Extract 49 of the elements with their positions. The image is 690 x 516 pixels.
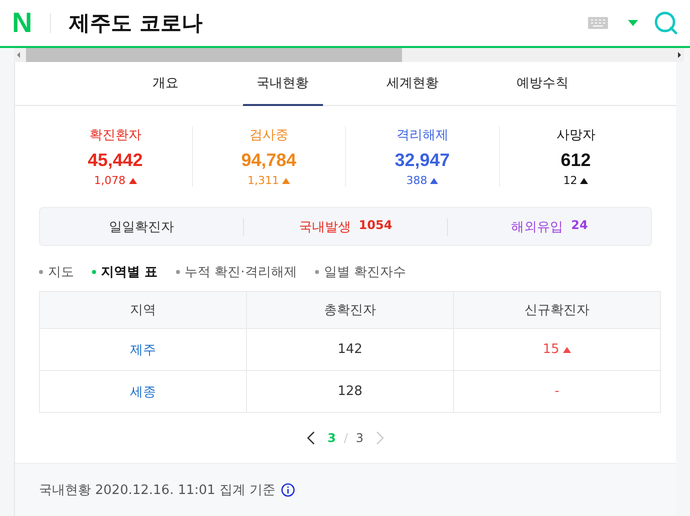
daily-label: 일일확진자 <box>109 218 174 236</box>
info-icon[interactable] <box>280 483 295 497</box>
up-triangle-icon <box>128 178 136 184</box>
table-cell: 128 <box>246 370 454 412</box>
daily-label: 국내발생 <box>298 218 351 236</box>
stat-label: 사망자 <box>556 127 596 144</box>
up-triangle-icon <box>430 178 438 184</box>
horizontal-scrollbar[interactable] <box>14 48 684 62</box>
table-cell: 15 <box>454 328 660 370</box>
stat-label: 확진환자 <box>89 127 142 144</box>
column-header: 총확진자 <box>246 292 454 328</box>
stat-value: 94,784 <box>241 150 296 171</box>
daily-label: 해외유입 <box>511 218 564 236</box>
stat-change: 1,311 <box>248 174 279 187</box>
total-pages: 3 <box>356 431 364 445</box>
up-triangle-icon <box>282 178 290 184</box>
column-header: 지역 <box>40 292 246 328</box>
keyboard-icon[interactable] <box>588 17 608 29</box>
table-cell: 142 <box>246 328 454 370</box>
search-query[interactable]: 제주도 코로나 <box>69 9 588 37</box>
search-icon[interactable] <box>654 11 678 35</box>
view-tab[interactable]: 지도 <box>39 263 74 281</box>
table-cell: - <box>454 370 660 412</box>
current-page: 3 <box>327 431 336 445</box>
up-triangle-icon <box>580 178 588 184</box>
view-tab[interactable]: 일별 확진자수 <box>314 263 406 281</box>
tab[interactable]: 국내현황 <box>242 62 322 106</box>
tab[interactable]: 예방수칙 <box>502 62 582 106</box>
stat-value: 45,442 <box>88 150 143 171</box>
daily-value: 24 <box>571 218 588 234</box>
tab[interactable]: 세계현황 <box>372 62 452 106</box>
stat-label: 격리해제 <box>396 127 448 144</box>
stat-change: 1,078 <box>94 174 126 187</box>
view-tab[interactable]: 지역별 표 <box>92 263 158 281</box>
stat-change: 12 <box>563 174 578 187</box>
update-time-text: 국내현황 2020.12.16. 11:01 집계 기준 <box>39 482 276 499</box>
stat-value: 32,947 <box>394 150 450 171</box>
up-triangle-icon <box>563 346 572 352</box>
column-header: 신규확진자 <box>454 292 660 328</box>
view-tab[interactable]: 누적 확진·격리해제 <box>176 263 297 281</box>
stat-value: 612 <box>560 150 591 171</box>
dropdown-caret-icon[interactable] <box>628 20 638 26</box>
stat-label: 검사중 <box>249 127 288 144</box>
page-separator: / <box>344 431 348 445</box>
daily-value: 1054 <box>358 218 392 234</box>
region-link[interactable]: 세종 <box>40 370 246 412</box>
tab[interactable]: 개요 <box>138 62 192 106</box>
region-link[interactable]: 제주 <box>40 328 246 370</box>
stat-change: 388 <box>406 174 428 187</box>
